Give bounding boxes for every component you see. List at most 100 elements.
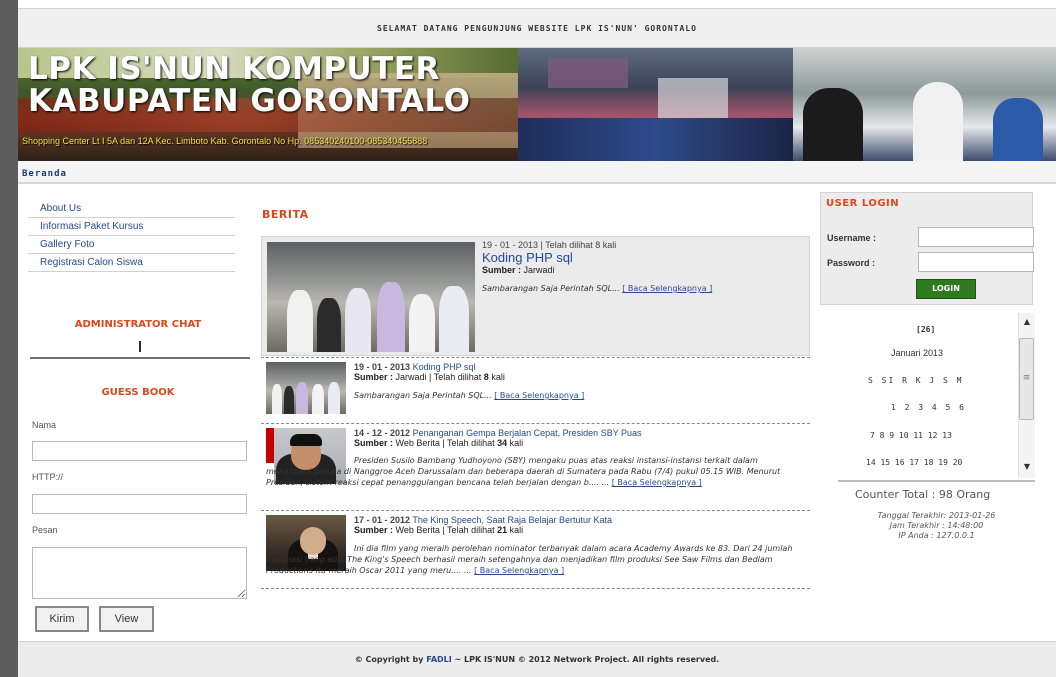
admin-chat-title: ADMINISTRATOR CHAT — [74, 319, 202, 330]
news-item-1-views: 8 — [483, 372, 489, 382]
news-item-1-title-link[interactable]: Koding PHP sql — [413, 362, 476, 372]
guestbook-http-label: HTTP:// — [32, 472, 63, 482]
banner-address: Shopping Center Lt I 5A dan 12A Kec. Lim… — [22, 136, 428, 146]
sidebar-item-about-us[interactable]: About Us — [28, 200, 235, 218]
banner-photo-classroom — [518, 48, 793, 161]
footer-author-link[interactable]: FADLI — [426, 655, 451, 664]
news-item-3-source: Sumber : Web Berita | Telah dilihat 21 k… — [354, 525, 523, 535]
password-label: Password : — [827, 258, 876, 268]
sidebar-menu: About Us Informasi Paket Kursus Gallery … — [28, 200, 235, 272]
news-item-2-header: 14 - 12 - 2012 Penanganan Gempa Berjalan… — [354, 428, 642, 438]
top-navigation: Beranda — [18, 161, 1056, 184]
news-item-1-excerpt-text: Sambarangan Saja Perintah SQL... — [354, 391, 492, 400]
headline-news: 19 - 01 - 2013 | Telah dilihat 8 kali Ko… — [261, 236, 810, 356]
welcome-text: SELAMAT DATANG PENGUNJUNG WEBSITE LPK IS… — [377, 24, 697, 33]
headline-excerpt-text: Sambarangan Saja Perintah SQL... — [482, 284, 620, 293]
news-item-2-excerpt-text: Presiden Susilo Bambang Yudhoyono (SBY) … — [266, 456, 781, 487]
username-input[interactable] — [918, 227, 1034, 247]
footer-copyright-prefix: © Copyright by — [354, 655, 424, 664]
news-item-3-date: 17 - 01 - 2012 — [354, 515, 411, 525]
sidebar-item-registration[interactable]: Registrasi Calon Siswa — [28, 254, 235, 272]
banner-title-line-2: KABUPATEN GORONTALO — [28, 83, 471, 119]
sidebar-item-course-info[interactable]: Informasi Paket Kursus — [28, 218, 235, 236]
news-separator — [261, 588, 810, 589]
password-input[interactable] — [918, 252, 1034, 272]
chat-divider — [30, 357, 250, 359]
news-item-3-header: 17 - 01 - 2012 The King Speech, Saat Raj… — [354, 515, 612, 525]
news-item-3-read-more-link[interactable]: [ Baca Selengkapnya ] — [474, 566, 564, 575]
calendar-widget — [838, 313, 1035, 478]
calendar-week-2[interactable]: 7 8 9 10 11 12 13 — [870, 431, 952, 440]
last-visit-time: Jam Terakhir : 14:48:00 — [889, 521, 984, 530]
news-item-3-title-link[interactable]: The King Speech, Saat Raja Belajar Bertu… — [412, 515, 612, 525]
calendar-month-year: Januari 2013 — [891, 348, 944, 358]
news-item-1-header: 19 - 01 - 2013 Koding PHP sql — [354, 362, 475, 372]
guestbook-view-button[interactable]: View — [99, 606, 154, 632]
headline-excerpt: Sambarangan Saja Perintah SQL... [ Baca … — [482, 283, 802, 294]
news-item-2-views-suffix: kali — [509, 438, 524, 448]
headline-photo[interactable] — [267, 242, 475, 352]
news-item-3-excerpt: Ini dia film yang meraih perolehan nomin… — [266, 543, 796, 576]
news-section-title: BERITA — [262, 208, 309, 221]
welcome-bar: SELAMAT DATANG PENGUNJUNG WEBSITE LPK IS… — [18, 8, 1056, 48]
calendar-week-3[interactable]: 14 15 16 17 18 19 20 — [866, 458, 962, 467]
news-item-2-excerpt: Presiden Susilo Bambang Yudhoyono (SBY) … — [266, 455, 796, 488]
news-item-1-read-more-link[interactable]: [ Baca Selengkapnya ] — [494, 391, 584, 400]
login-button[interactable]: LOGIN — [916, 279, 976, 299]
banner-photo-students — [793, 48, 1056, 161]
news-item-2-views: 34 — [497, 438, 508, 448]
user-login-title: USER LOGIN — [826, 198, 900, 209]
news-item-3-source-label: Sumber : — [354, 525, 394, 535]
news-separator — [261, 357, 810, 358]
headline-read-more-link[interactable]: [ Baca Selengkapnya ] — [622, 284, 712, 293]
headline-source-value: Jarwadi — [523, 265, 555, 275]
guestbook-name-label: Nama — [32, 420, 57, 430]
guestbook-message-input[interactable] — [32, 547, 247, 599]
sidebar-item-gallery[interactable]: Gallery Foto — [28, 236, 235, 254]
news-separator — [261, 510, 810, 511]
news-item-2-date: 14 - 12 - 2012 — [354, 428, 411, 438]
visitor-counter-total: Counter Total : 98 Orang — [855, 488, 991, 501]
headline-source-label: Sumber : — [482, 265, 522, 275]
news-item-1-source: Sumber : Jarwadi | Telah dilihat 8 kali — [354, 372, 505, 382]
calendar-week-1[interactable]: 1 2 3 4 5 6 — [891, 403, 966, 412]
news-item-2-title-link[interactable]: Penanganan Gempa Berjalan Cepat, Preside… — [413, 428, 642, 438]
guestbook-http-input[interactable] — [32, 494, 247, 514]
scroll-down-icon[interactable]: ▼ — [1021, 462, 1033, 471]
nav-home-link[interactable]: Beranda — [22, 163, 67, 186]
news-item-2-source-meta: Web Berita | Telah dilihat — [395, 438, 495, 448]
news-item-1-source-label: Sumber : — [354, 372, 394, 382]
headline-source: Sumber : Jarwadi — [482, 265, 555, 275]
scroll-grip-icon: ≡ — [1022, 373, 1031, 383]
news-item-3-views-suffix: kali — [509, 525, 524, 535]
banner-title-line-1: LPK IS'NUN KOMPUTER — [28, 51, 440, 87]
calendar-today: [26] — [916, 325, 936, 334]
guestbook-title: GUESS BOOK — [101, 387, 175, 398]
chat-cursor-icon — [139, 341, 141, 352]
banner-title: LPK IS'NUN KOMPUTER KABUPATEN GORONTALO — [28, 53, 548, 117]
guestbook-message-label: Pesan — [32, 525, 58, 535]
headline-meta: 19 - 01 - 2013 | Telah dilihat 8 kali — [482, 240, 617, 250]
footer-copyright-suffix: ~ LPK IS'NUN © 2012 Network Project. All… — [454, 655, 720, 664]
news-item-1-excerpt: Sambarangan Saja Perintah SQL... [ Baca … — [354, 390, 794, 401]
news-item-3-source-meta: Web Berita | Telah dilihat — [395, 525, 495, 535]
counter-divider — [838, 480, 1035, 482]
news-item-3-views: 21 — [497, 525, 508, 535]
headline-title-link[interactable]: Koding PHP sql — [482, 250, 573, 265]
visitor-ip: IP Anda : 127.0.0.1 — [898, 531, 975, 540]
news-item-1-date: 19 - 01 - 2013 — [354, 362, 411, 372]
news-item-2-source-label: Sumber : — [354, 438, 394, 448]
last-visit-date: Tanggal Terakhir: 2013-01-26 — [877, 511, 996, 520]
site-banner: LPK IS'NUN KOMPUTER KABUPATEN GORONTALO … — [18, 48, 1056, 161]
guestbook-name-input[interactable] — [32, 441, 247, 461]
news-item-1-photo[interactable] — [266, 362, 346, 414]
news-item-2-read-more-link[interactable]: [ Baca Selengkapnya ] — [612, 478, 702, 487]
news-item-1-source-meta: Jarwadi | Telah dilihat — [395, 372, 482, 382]
guestbook-send-button[interactable]: Kirim — [35, 606, 89, 632]
window-left-border — [0, 0, 18, 677]
username-label: Username : — [827, 233, 877, 243]
scroll-up-icon[interactable]: ▲ — [1021, 317, 1033, 326]
calendar-weekdays: S SI R K J S M — [868, 376, 964, 385]
news-item-2-source: Sumber : Web Berita | Telah dilihat 34 k… — [354, 438, 523, 448]
news-separator — [261, 423, 810, 424]
